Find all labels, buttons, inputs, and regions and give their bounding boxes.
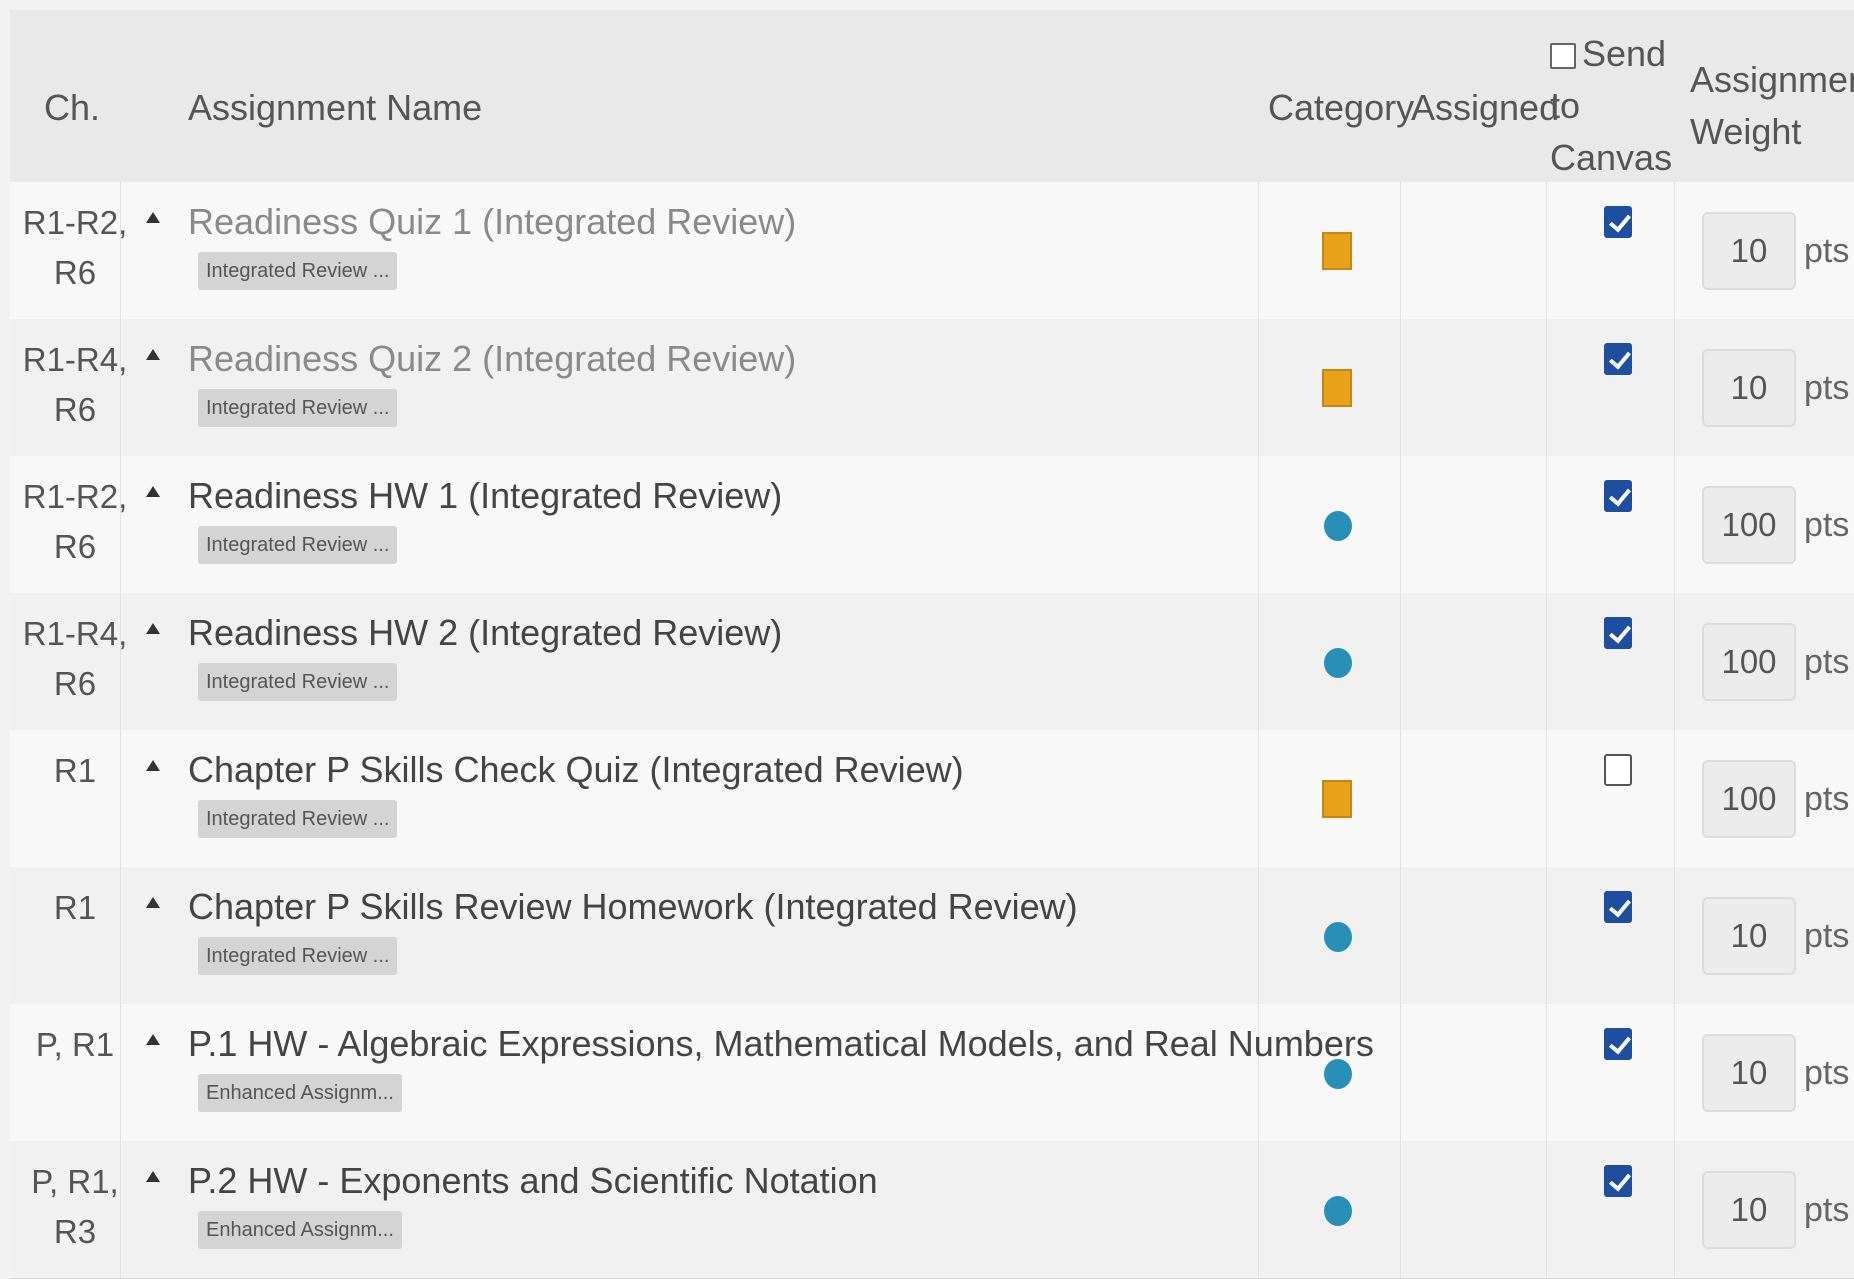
table-row: R1-R2, R6 Readiness Quiz 1 (Integrated R… <box>10 182 1854 320</box>
header-assignment-weight: Assignment Weight <box>1690 54 1854 158</box>
chapter-line-2: R6 <box>53 528 97 565</box>
header-ch: Ch. <box>44 87 101 128</box>
quiz-category-icon <box>1322 780 1352 818</box>
quiz-category-icon <box>1322 369 1352 407</box>
assignment-weight-input[interactable]: 100 <box>1702 760 1796 838</box>
assignment-type-tag: Integrated Review ... <box>198 937 398 975</box>
homework-category-icon <box>1324 1196 1352 1226</box>
expand-triangle-icon[interactable] <box>146 486 160 497</box>
weight-unit-label: pts <box>1804 232 1850 270</box>
expand-triangle-icon[interactable] <box>146 760 160 771</box>
expand-triangle-icon[interactable] <box>146 1034 160 1045</box>
assignment-weight-input[interactable]: 100 <box>1702 486 1796 564</box>
send-to-canvas-checkbox[interactable] <box>1604 754 1632 786</box>
assignment-type-tag: Integrated Review ... <box>198 663 398 701</box>
assignment-name-link[interactable]: Readiness HW 1 (Integrated Review) <box>188 470 782 522</box>
homework-category-icon <box>1324 648 1352 678</box>
header-send-label-canvas: Canvas <box>1550 137 1673 178</box>
send-to-canvas-checkbox[interactable] <box>1604 206 1632 238</box>
header-weight-label-2: Weight <box>1690 111 1802 152</box>
chapter-line-1: R1-R2, <box>22 478 128 515</box>
assignment-name-link[interactable]: P.2 HW - Exponents and Scientific Notati… <box>188 1155 878 1207</box>
assignment-name-link[interactable]: Readiness Quiz 1 (Integrated Review) <box>188 196 796 248</box>
assignment-weight-input[interactable]: 10 <box>1702 897 1796 975</box>
header-category: Category <box>1268 87 1415 128</box>
chapter-cell: P, R1, R3 <box>20 1157 130 1257</box>
chapter-line-2: R6 <box>53 665 97 702</box>
expand-triangle-icon[interactable] <box>146 1171 160 1182</box>
table-row: R1-R2, R6 Readiness HW 1 (Integrated Rev… <box>10 456 1854 594</box>
expand-triangle-icon[interactable] <box>146 897 160 908</box>
send-to-canvas-checkbox[interactable] <box>1604 891 1632 923</box>
assignment-type-tag: Integrated Review ... <box>198 252 398 290</box>
assignment-name-link[interactable]: Readiness Quiz 2 (Integrated Review) <box>188 333 796 385</box>
chapter-cell: R1-R4, R6 <box>20 335 130 435</box>
table-row: R1 Chapter P Skills Review Homework (Int… <box>10 867 1854 1005</box>
send-to-canvas-checkbox[interactable] <box>1604 1165 1632 1197</box>
chapter-line-1: R1 <box>53 889 97 926</box>
chapter-line-2: R6 <box>53 254 97 291</box>
homework-category-icon <box>1324 922 1352 952</box>
assignment-type-tag: Integrated Review ... <box>198 389 398 427</box>
table-row: R1-R4, R6 Readiness Quiz 2 (Integrated R… <box>10 319 1854 457</box>
weight-unit-label: pts <box>1804 506 1850 544</box>
weight-unit-label: pts <box>1804 1054 1850 1092</box>
assignment-type-tag: Enhanced Assignm... <box>198 1074 402 1112</box>
assignment-type-tag: Enhanced Assignm... <box>198 1211 402 1249</box>
weight-unit-label: pts <box>1804 369 1850 407</box>
chapter-line-1: R1-R4, <box>22 615 128 652</box>
send-to-canvas-checkbox[interactable] <box>1604 343 1632 375</box>
send-to-canvas-checkbox[interactable] <box>1604 617 1632 649</box>
weight-unit-label: pts <box>1804 917 1850 955</box>
assignment-type-tag: Integrated Review ... <box>198 800 398 838</box>
assignment-name-link[interactable]: Chapter P Skills Check Quiz (Integrated … <box>188 744 964 796</box>
chapter-cell: R1-R4, R6 <box>20 609 130 709</box>
assignment-name-link[interactable]: P.1 HW - Algebraic Expressions, Mathemat… <box>188 1018 1374 1070</box>
chapter-line-1: P, R1 <box>35 1026 115 1063</box>
assignment-weight-input[interactable]: 100 <box>1702 623 1796 701</box>
chapter-cell: R1-R2, R6 <box>20 198 130 298</box>
chapter-line-2: R3 <box>53 1213 97 1250</box>
header-weight-label: Assignment <box>1690 59 1854 100</box>
chapter-line-1: R1 <box>53 752 97 789</box>
quiz-category-icon <box>1322 232 1352 270</box>
expand-triangle-icon[interactable] <box>146 623 160 634</box>
send-to-canvas-checkbox[interactable] <box>1604 480 1632 512</box>
weight-unit-label: pts <box>1804 780 1850 818</box>
send-to-canvas-checkbox[interactable] <box>1604 1028 1632 1060</box>
assignment-weight-input[interactable]: 10 <box>1702 1171 1796 1249</box>
table-row: R1-R4, R6 Readiness HW 2 (Integrated Rev… <box>10 593 1854 731</box>
homework-category-icon <box>1324 511 1352 541</box>
header-send-label: Send <box>1582 33 1667 74</box>
table-row: P, R1, R3 P.2 HW - Exponents and Scienti… <box>10 1141 1854 1279</box>
assignment-weight-input[interactable]: 10 <box>1702 349 1796 427</box>
chapter-line-1: R1-R2, <box>22 204 128 241</box>
assignment-weight-input[interactable]: 10 <box>1702 212 1796 290</box>
assignment-type-tag: Integrated Review ... <box>198 526 398 564</box>
send-all-checkbox[interactable] <box>1550 43 1576 70</box>
header-send-label-to: to <box>1550 85 1581 126</box>
homework-category-icon <box>1324 1059 1352 1089</box>
expand-triangle-icon[interactable] <box>146 349 160 360</box>
chapter-cell: R1 <box>20 883 130 933</box>
expand-triangle-icon[interactable] <box>146 212 160 223</box>
table-row: R1 Chapter P Skills Check Quiz (Integrat… <box>10 730 1854 868</box>
weight-unit-label: pts <box>1804 1191 1850 1229</box>
chapter-line-1: R1-R4, <box>22 341 128 378</box>
chapter-cell: R1 <box>20 746 130 796</box>
assignment-weight-input[interactable]: 10 <box>1702 1034 1796 1112</box>
header-send-to-canvas: Send to Canvas <box>1550 28 1680 184</box>
assignment-name-link[interactable]: Readiness HW 2 (Integrated Review) <box>188 607 782 659</box>
chapter-cell: R1-R2, R6 <box>20 472 130 572</box>
assignment-name-link[interactable]: Chapter P Skills Review Homework (Integr… <box>188 881 1078 933</box>
chapter-line-1: P, R1, <box>31 1163 119 1200</box>
chapter-cell: P, R1 <box>20 1020 130 1070</box>
weight-unit-label: pts <box>1804 643 1850 681</box>
table-row: P, R1 P.1 HW - Algebraic Expressions, Ma… <box>10 1004 1854 1142</box>
header-assigned: Assigned <box>1411 87 1560 128</box>
table-header: Ch. Assignment Name Category Assigned Se… <box>10 10 1854 183</box>
chapter-line-2: R6 <box>53 391 97 428</box>
header-assignment-name: Assignment Name <box>188 87 483 128</box>
